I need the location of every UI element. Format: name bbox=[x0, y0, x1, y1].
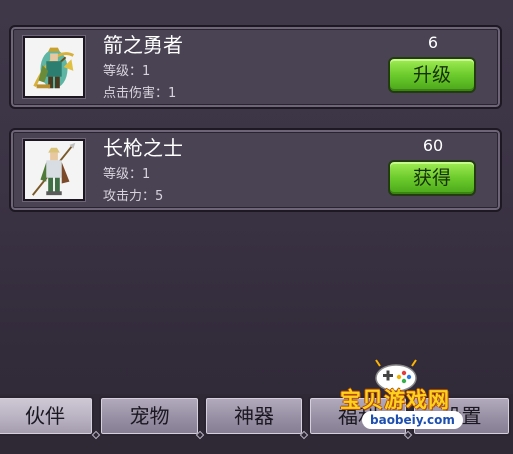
hero-card-spearman: 长枪之士 等级：1 攻击力：5 60 获得 bbox=[9, 128, 502, 212]
upgrade-cost: 6 bbox=[427, 33, 439, 52]
hero-name: 长枪之士 bbox=[103, 136, 183, 160]
spear-warrior-sprite-icon bbox=[23, 139, 85, 201]
hero-name: 箭之勇者 bbox=[103, 33, 183, 57]
hire-button[interactable]: 获得 bbox=[388, 160, 476, 196]
archer-hero-sprite-icon bbox=[23, 36, 85, 98]
watermark-url: baobeiy.com bbox=[362, 411, 463, 429]
tab-pets[interactable]: 宠物 bbox=[99, 396, 200, 436]
hero-attack-power: 攻击力：5 bbox=[103, 189, 164, 204]
tab-divider-ornament bbox=[195, 430, 205, 440]
hero-level: 等级：1 bbox=[103, 167, 151, 182]
tab-divider-ornament bbox=[299, 430, 309, 440]
hero-level: 等级：1 bbox=[103, 64, 151, 79]
hero-card-archer: 箭之勇者 等级：1 点击伤害：1 6 升级 bbox=[9, 25, 502, 109]
watermark-text: 宝贝游戏网 bbox=[340, 388, 450, 412]
tab-artifacts[interactable]: 神器 bbox=[204, 396, 304, 436]
upgrade-button[interactable]: 升级 bbox=[388, 57, 476, 93]
site-watermark: 宝贝游戏网 baobeiy.com bbox=[336, 358, 463, 434]
game-screen: 箭之勇者 等级：1 点击伤害：1 6 升级 长枪之士 等级：1 攻击力：5 60… bbox=[0, 0, 513, 454]
hire-cost: 60 bbox=[422, 136, 444, 155]
tab-partners[interactable]: 伙伴 bbox=[0, 396, 94, 436]
hero-click-damage: 点击伤害：1 bbox=[103, 86, 177, 101]
